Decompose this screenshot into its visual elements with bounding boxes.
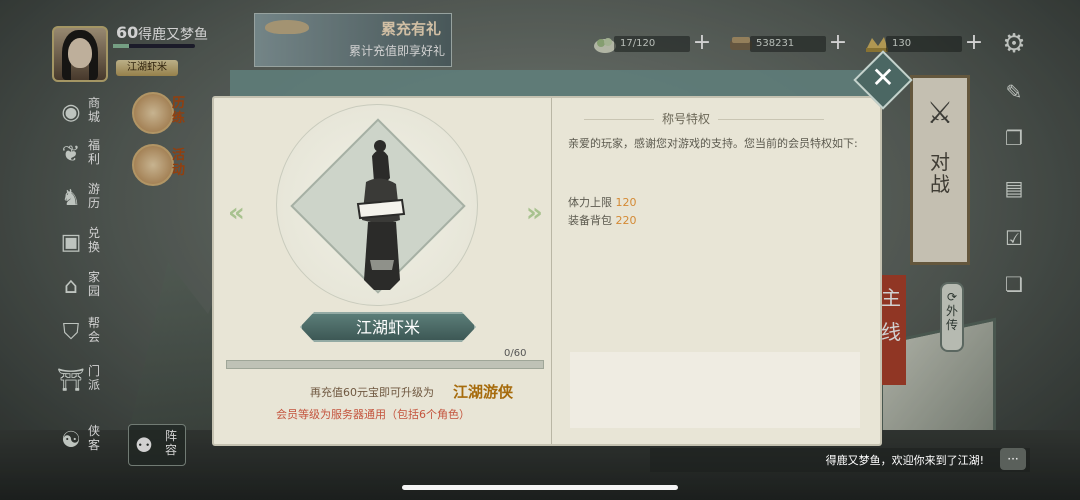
- current-title-plate: 江湖虾米: [300, 312, 476, 342]
- upgrade-hint: 再充值60元宝即可升级为: [310, 386, 434, 399]
- privilege-description: 亲爱的玩家，感谢您对游戏的支持。您当前的会员特权如下:: [568, 137, 858, 150]
- perk-backpack: 装备背包 220: [568, 214, 637, 227]
- prev-title-arrow-icon[interactable]: «: [228, 198, 245, 228]
- perk-stamina: 体力上限 120: [568, 196, 637, 209]
- chat-bar[interactable]: 得鹿又梦鱼，欢迎你来到了江湖! ···: [650, 448, 1030, 472]
- close-icon: ✕: [871, 61, 895, 94]
- next-title-arrow-icon[interactable]: »: [526, 198, 543, 228]
- upgrade-target-title: 江湖游侠: [453, 383, 514, 401]
- chat-bubble-icon[interactable]: ···: [1000, 448, 1026, 470]
- vip-title-dialog: « » 江湖虾米 0/60 再充值60元宝即可升级为 江湖游侠 会员等级为服务器…: [212, 96, 882, 446]
- privilege-empty-panel: [570, 352, 860, 428]
- vip-progress-track: [226, 360, 544, 369]
- column-divider: [551, 98, 552, 444]
- swordsman-figure: [356, 140, 406, 290]
- progress-text: 0/60: [504, 348, 527, 359]
- server-wide-note: 会员等级为服务器通用（包括6个角色）: [276, 408, 470, 421]
- modal-header-band: [230, 70, 880, 98]
- privilege-heading: 称号特权: [654, 110, 719, 127]
- home-indicator[interactable]: [402, 485, 678, 490]
- chat-message: 得鹿又梦鱼，欢迎你来到了江湖!: [825, 454, 984, 467]
